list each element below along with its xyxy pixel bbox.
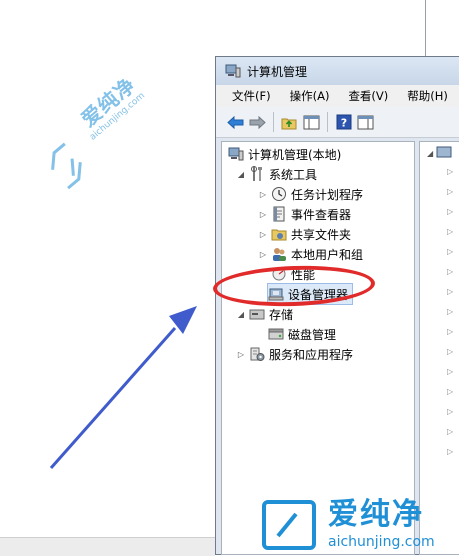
tree-item-label: 本地用户和组 — [291, 247, 364, 262]
svg-text:◢: ◢ — [427, 149, 434, 158]
svg-text:▷: ▷ — [447, 387, 454, 396]
svg-text:▷: ▷ — [447, 227, 454, 236]
expand-triangle-icon[interactable]: ▷ — [236, 350, 246, 359]
tree-item-label: 磁盘管理 — [288, 327, 337, 342]
svg-text:▷: ▷ — [447, 267, 454, 276]
window-title: 计算机管理 — [247, 64, 308, 79]
tree-item-task-scheduler[interactable]: ▷ 任务计划程序 — [258, 184, 363, 204]
tree-item-disk-management[interactable]: 磁盘管理 — [268, 324, 336, 344]
tree-item-system-tools[interactable]: ◢ 系统工具 — [236, 164, 317, 184]
tree-item-label: 计算机管理(本地) — [248, 147, 342, 162]
tree-item-root[interactable]: 计算机管理(本地) — [228, 144, 341, 164]
tree-item-local-users[interactable]: ▷ 本地用户和组 — [258, 244, 363, 264]
watermark-top: 爱纯净 aichunjing.com — [30, 73, 147, 205]
services-icon — [249, 346, 265, 362]
toolbar-separator — [273, 112, 274, 132]
svg-text:▷: ▷ — [447, 247, 454, 256]
expand-triangle-icon[interactable]: ▷ — [258, 190, 268, 199]
expand-triangle-icon[interactable]: ▷ — [258, 250, 268, 259]
up-folder-button[interactable] — [280, 113, 299, 132]
event-log-icon — [271, 206, 287, 222]
expand-triangle-icon[interactable]: ▷ — [258, 230, 268, 239]
tree-item-event-viewer[interactable]: ▷ 事件查看器 — [258, 204, 351, 224]
clock-icon — [271, 186, 287, 202]
toolbar-separator — [327, 112, 328, 132]
svg-text:▷: ▷ — [447, 347, 454, 356]
help-icon: ? — [336, 114, 351, 130]
tree-item-label: 事件查看器 — [291, 207, 352, 222]
menu-view[interactable]: 查看(V) — [348, 88, 388, 104]
console-tree-icon — [303, 115, 320, 129]
svg-text:▷: ▷ — [447, 427, 454, 436]
tree-item-services[interactable]: ▷ 服务和应用程序 — [236, 344, 353, 364]
shared-folder-icon — [271, 226, 287, 242]
svg-text:▷: ▷ — [447, 287, 454, 296]
collapse-triangle-icon[interactable]: ◢ — [236, 310, 246, 319]
toolbar: ? — [216, 107, 459, 138]
tree-item-label: 共享文件夹 — [291, 227, 352, 242]
svg-text:▷: ▷ — [447, 167, 454, 176]
svg-text:?: ? — [340, 117, 346, 130]
disk-icon — [268, 326, 284, 342]
computer-management-icon — [228, 146, 244, 162]
svg-text:▷: ▷ — [447, 447, 454, 456]
arrow-right-icon — [249, 115, 266, 129]
watermark-brand-text: 爱纯净 — [328, 497, 424, 532]
menu-file[interactable]: 文件(F) — [232, 88, 271, 104]
computer-management-icon — [225, 64, 241, 78]
results-pane-items: ◢ ▷ ▷ ▷ ▷ ▷ ▷ ▷ ▷ ▷ ▷ ▷ ▷ ▷ ▷ ▷ — [427, 146, 454, 456]
computer-management-window: 计算机管理 文件(F) 操作(A) 查看(V) 帮助(H) ? 计算机管理(本地… — [215, 56, 459, 555]
forward-button[interactable] — [248, 113, 267, 132]
svg-text:▷: ▷ — [447, 327, 454, 336]
storage-icon — [249, 306, 265, 322]
tree-item-label: 服务和应用程序 — [269, 347, 354, 362]
background-taskbar-strip — [0, 537, 215, 556]
tree-item-storage[interactable]: ◢ 存储 — [236, 304, 293, 324]
svg-text:▷: ▷ — [447, 187, 454, 196]
tree-item-label: 任务计划程序 — [291, 187, 364, 202]
tools-icon — [249, 166, 265, 182]
folder-up-icon — [281, 118, 297, 129]
svg-text:▷: ▷ — [447, 207, 454, 216]
tree-item-label: 系统工具 — [269, 167, 318, 182]
background-divider — [425, 0, 426, 56]
show-hide-action-pane-button[interactable] — [356, 113, 375, 132]
show-hide-tree-button[interactable] — [302, 113, 321, 132]
collapse-triangle-icon[interactable]: ◢ — [236, 170, 246, 179]
tree-item-shared-folders[interactable]: ▷ 共享文件夹 — [258, 224, 351, 244]
svg-text:▷: ▷ — [447, 307, 454, 316]
action-pane-icon — [357, 115, 374, 129]
svg-text:▷: ▷ — [447, 407, 454, 416]
menu-bar: 文件(F) 操作(A) 查看(V) 帮助(H) — [216, 85, 459, 107]
svg-text:▷: ▷ — [447, 367, 454, 376]
tree-item-label: 存储 — [269, 307, 294, 322]
pointer-arrow — [49, 306, 197, 469]
watermark-url-text: aichunjing.com — [328, 534, 435, 550]
help-button[interactable]: ? — [334, 113, 353, 132]
users-icon — [271, 246, 287, 262]
menu-action[interactable]: 操作(A) — [290, 88, 330, 104]
results-pane: ◢ ▷ ▷ ▷ ▷ ▷ ▷ ▷ ▷ ▷ ▷ ▷ ▷ ▷ ▷ ▷ — [419, 141, 459, 555]
back-button[interactable] — [226, 113, 245, 132]
expand-triangle-icon[interactable]: ▷ — [258, 210, 268, 219]
arrow-left-icon — [227, 115, 244, 129]
watermark-logo-icon — [262, 500, 316, 550]
watermark-bottom: 爱纯净 aichunjing.com — [258, 496, 459, 555]
console-tree-pane: 计算机管理(本地) ◢ 系统工具 ▷ 任务计划程序 ▷ 事件查看器 ▷ 共享文件… — [221, 141, 415, 555]
menu-help[interactable]: 帮助(H) — [407, 88, 448, 104]
title-bar[interactable]: 计算机管理 — [216, 57, 459, 85]
